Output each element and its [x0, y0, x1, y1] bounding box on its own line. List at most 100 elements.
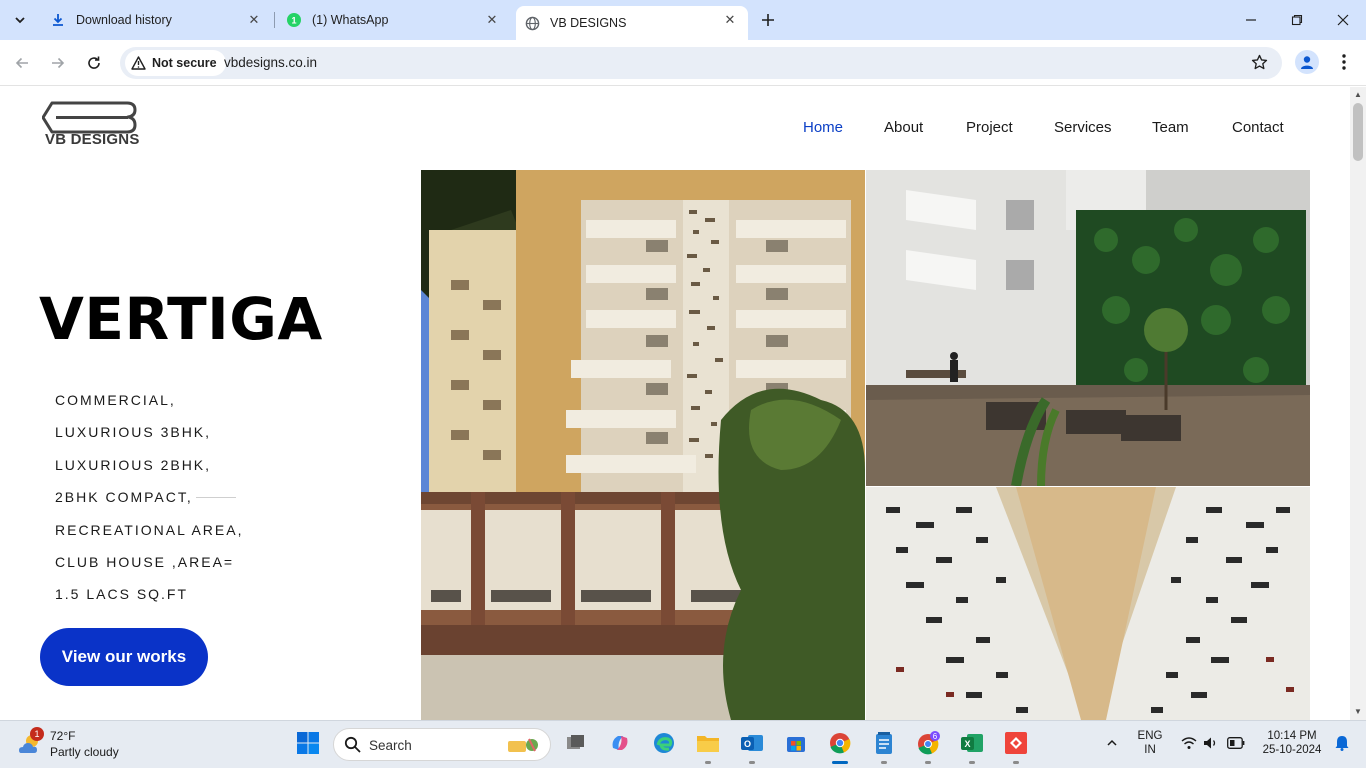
minimize-button[interactable] [1228, 6, 1274, 34]
search-icon [344, 736, 361, 753]
tab-separator [274, 12, 275, 28]
close-icon[interactable]: ✕ [484, 12, 500, 28]
close-icon [1337, 14, 1349, 26]
battery-icon[interactable] [1222, 729, 1250, 757]
profile-avatar[interactable] [1295, 50, 1319, 74]
page-scrollbar[interactable]: ▲ ▼ [1350, 87, 1366, 720]
minimize-icon [1246, 19, 1256, 21]
address-bar[interactable]: Not secure vbdesigns.co.in [120, 47, 1282, 79]
language-indicator[interactable]: ENG IN [1134, 730, 1166, 756]
running-indicator [705, 761, 711, 764]
download-icon [50, 12, 66, 28]
chrome-badge-count: 6 [933, 732, 938, 741]
system-clock[interactable]: 10:14 PM 25-10-2024 [1256, 730, 1328, 756]
active-app-indicator [832, 761, 848, 764]
tab-vb-designs[interactable]: VB DESIGNS ✕ [516, 6, 748, 40]
security-label: Not secure [152, 56, 217, 70]
language-code: ENG [1137, 730, 1163, 742]
warning-icon [131, 56, 146, 70]
atrium-green-wall-photo [866, 170, 1310, 486]
edge-browser-icon[interactable] [650, 729, 678, 757]
notification-bell-icon[interactable] [1328, 729, 1356, 757]
microsoft-store-icon[interactable] [782, 729, 810, 757]
chrome-profile-icon[interactable]: 6 [914, 729, 942, 757]
arrow-right-icon [52, 57, 65, 69]
windows-taskbar: 1 72°F Partly cloudy Search O 6 X ENG IN… [0, 720, 1366, 768]
perforated-facade-atrium-photo [866, 487, 1310, 720]
chrome-icon[interactable] [826, 729, 854, 757]
tab-strip: Download history ✕ 1 (1) WhatsApp ✕ VB D… [0, 0, 1366, 40]
notepad-icon[interactable] [870, 729, 898, 757]
outlook-icon[interactable]: O [738, 729, 766, 757]
bookmark-star-icon[interactable] [1251, 54, 1268, 76]
svg-text:O: O [744, 739, 751, 749]
hero-feature-line: CLUB HOUSE ,AREA= [55, 553, 235, 570]
weather-temperature: 72°F [50, 729, 76, 743]
hero-feature-list: COMMERCIAL, LUXURIOUS 3BHK, LUXURIOUS 2B… [55, 389, 255, 616]
url-text[interactable]: vbdesigns.co.in [224, 55, 317, 70]
globe-icon [524, 15, 540, 31]
chevron-up-icon[interactable] [1098, 729, 1126, 757]
decorative-underline [196, 497, 236, 498]
svg-text:1: 1 [291, 16, 296, 26]
hero-feature-line: LUXURIOUS 3BHK, [55, 424, 212, 441]
browser-menu-button[interactable] [1334, 50, 1354, 74]
tab-search-button[interactable] [8, 8, 32, 32]
forward-button[interactable] [45, 50, 71, 76]
person-icon [1301, 56, 1313, 69]
hero-title: VERTIGA [39, 285, 323, 353]
hero-feature-line: LUXURIOUS 2BHK, [55, 456, 212, 473]
security-chip[interactable]: Not secure [125, 50, 226, 76]
volume-icon[interactable] [1197, 729, 1225, 757]
close-icon[interactable]: ✕ [246, 12, 262, 28]
nav-contact[interactable]: Contact [1232, 119, 1284, 136]
windows-logo-icon [297, 732, 319, 754]
scrollbar-thumb[interactable] [1353, 103, 1363, 161]
nav-team[interactable]: Team [1152, 119, 1189, 136]
weather-widget[interactable]: 1 72°F Partly cloudy [16, 727, 146, 763]
tab-whatsapp[interactable]: 1 (1) WhatsApp ✕ [276, 6, 510, 34]
anydesk-icon[interactable] [1002, 729, 1030, 757]
back-button[interactable] [9, 50, 35, 76]
new-tab-button[interactable] [756, 8, 780, 32]
notification-badge: 1 [30, 727, 44, 741]
scroll-up-arrow-icon[interactable]: ▲ [1354, 91, 1362, 99]
excel-icon[interactable]: X [958, 729, 986, 757]
search-highlight-icon [508, 738, 538, 752]
close-window-button[interactable] [1320, 6, 1366, 34]
nav-services[interactable]: Services [1054, 119, 1112, 136]
tab-download-history[interactable]: Download history ✕ [40, 6, 272, 34]
scroll-down-arrow-icon[interactable]: ▼ [1354, 708, 1362, 716]
nav-home[interactable]: Home [803, 119, 843, 136]
reload-icon [88, 56, 100, 69]
building-facade-photo [421, 170, 865, 720]
search-placeholder: Search [369, 738, 412, 753]
nav-project[interactable]: Project [966, 119, 1013, 136]
running-indicator [925, 761, 931, 764]
taskbar-search-box[interactable]: Search [333, 728, 551, 761]
tab-title: Download history [76, 13, 172, 27]
restore-icon [1291, 14, 1303, 26]
nav-about[interactable]: About [884, 119, 923, 136]
file-explorer-icon[interactable] [694, 729, 722, 757]
running-indicator [969, 761, 975, 764]
task-view-icon[interactable] [562, 729, 590, 757]
reload-button[interactable] [81, 50, 107, 76]
restore-button[interactable] [1274, 6, 1320, 34]
more-vertical-icon [1342, 54, 1346, 70]
copilot-icon[interactable] [606, 729, 634, 757]
hero-feature-line: 1.5 LACS SQ.FT [55, 586, 189, 603]
tab-title: (1) WhatsApp [312, 13, 389, 27]
close-icon[interactable]: ✕ [722, 12, 738, 28]
view-our-works-button[interactable]: View our works [40, 628, 208, 686]
browser-toolbar: Not secure vbdesigns.co.in [0, 40, 1366, 86]
arrow-left-icon [15, 57, 28, 69]
plus-icon [762, 14, 774, 26]
whatsapp-icon: 1 [286, 12, 302, 28]
hero-feature-line: 2BHK COMPACT, [55, 489, 193, 506]
logo-text: VB DESIGNS [45, 131, 140, 148]
region-code: IN [1144, 744, 1156, 756]
running-indicator [1013, 761, 1019, 764]
chevron-down-icon [15, 17, 25, 24]
start-button[interactable] [294, 729, 322, 757]
